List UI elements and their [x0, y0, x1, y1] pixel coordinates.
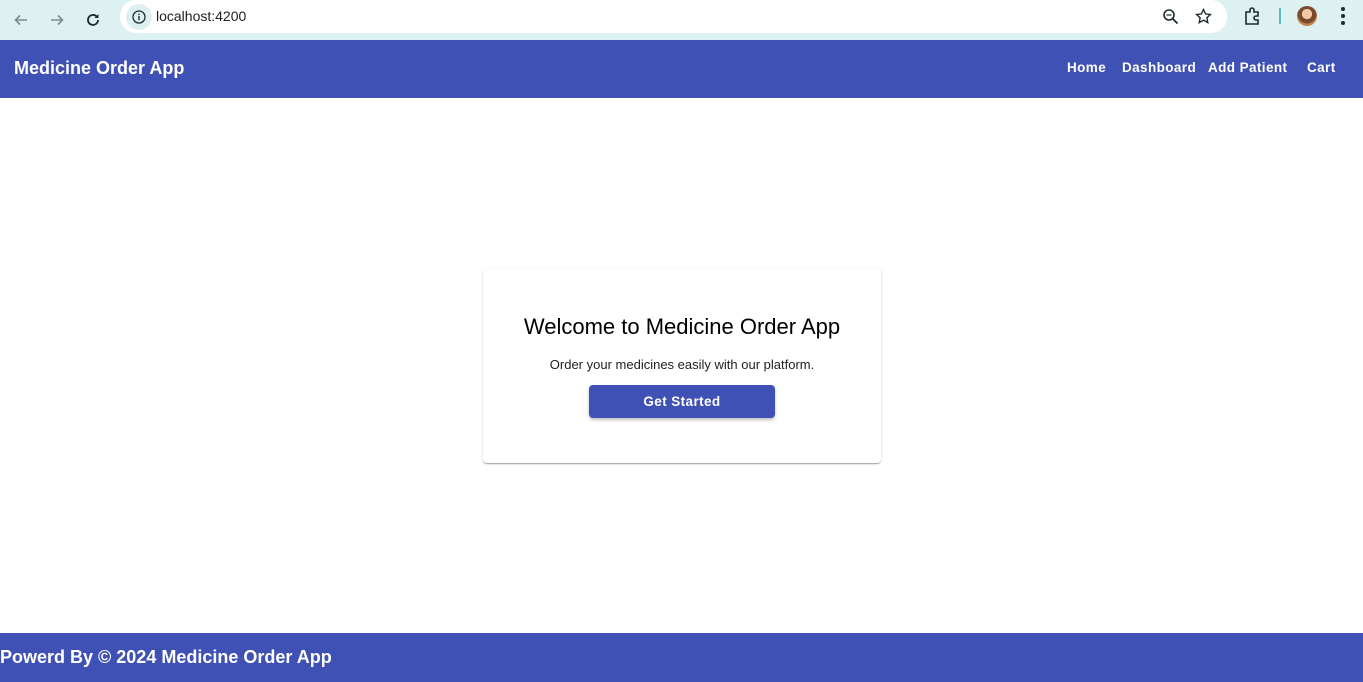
reload-icon[interactable] — [75, 4, 111, 36]
profile-avatar[interactable] — [1297, 6, 1317, 26]
star-icon[interactable] — [1193, 6, 1213, 26]
forward-arrow-icon[interactable] — [39, 4, 75, 36]
footer: Powerd By © 2024 Medicine Order App — [0, 633, 1363, 682]
nav-link-dashboard[interactable]: Dashboard — [1122, 60, 1196, 75]
welcome-card: Welcome to Medicine Order App Order your… — [483, 268, 881, 463]
menu-icon[interactable] — [1335, 6, 1351, 26]
welcome-title: Welcome to Medicine Order App — [523, 314, 841, 339]
back-arrow-icon[interactable] — [3, 4, 39, 36]
footer-text: Powerd By © 2024 Medicine Order App — [0, 647, 332, 667]
toolbar-divider — [1279, 8, 1281, 24]
url-text[interactable]: localhost:4200 — [156, 8, 246, 24]
app-title: Medicine Order App — [14, 58, 185, 78]
nav-link-add-patient[interactable]: Add Patient — [1208, 60, 1287, 75]
nav-link-cart[interactable]: Cart — [1307, 60, 1336, 75]
extensions-icon[interactable] — [1243, 6, 1263, 26]
info-icon[interactable] — [126, 4, 152, 30]
browser-toolbar: localhost:4200 — [0, 0, 1363, 40]
welcome-subtitle: Order your medicines easily with our pla… — [549, 357, 815, 372]
zoom-icon[interactable] — [1160, 6, 1180, 26]
get-started-button[interactable]: Get Started — [589, 385, 775, 418]
address-bar[interactable]: localhost:4200 — [120, 0, 1227, 33]
app-toolbar: Medicine Order App Home Dashboard Add Pa… — [0, 40, 1363, 98]
nav-link-home[interactable]: Home — [1067, 60, 1106, 75]
